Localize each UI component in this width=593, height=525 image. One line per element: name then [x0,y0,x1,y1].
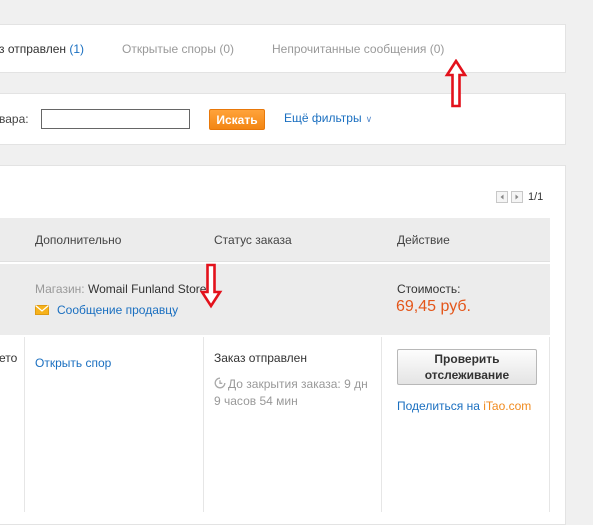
tab-unread-messages-count: (0) [429,42,445,56]
envelope-icon [35,305,49,315]
orders-panel: 1/1 Дополнительно Статус заказа Действие… [0,165,566,525]
more-filters-label: Ещё фильтры [284,111,362,125]
share-prefix: Поделиться на [397,399,480,413]
clock-icon [214,377,226,389]
countdown-text: До закрытия заказа: 9 дн 9 часов 54 мин [214,377,368,408]
column-header-action: Действие [397,233,450,247]
annotation-arrow-down-icon [199,263,223,309]
page-indicator: 1/1 [528,191,544,203]
search-button[interactable]: Искать [209,109,265,130]
next-page-icon[interactable] [511,191,523,203]
column-divider [381,337,382,512]
order-tabs-panel: з отправлен (1) Открытые споры (0) Непро… [0,24,566,73]
cost-label: Стоимость: [397,282,461,296]
share-itao-link[interactable]: Поделиться на iTao.com [397,399,531,413]
column-divider [203,337,204,512]
tab-shipped[interactable]: з отправлен (1) [0,42,84,56]
check-tracking-button[interactable]: Проверить отслеживание [397,349,537,385]
order-close-countdown: До закрытия заказа: 9 дн 9 часов 54 мин [214,376,376,410]
search-panel: вара: Искать Ещё фильтры ∨ [0,93,566,145]
order-status: Заказ отправлен [214,351,307,365]
store-info: Магазин: Womail Funland Store [35,282,206,296]
column-header-order-status: Статус заказа [214,233,292,247]
tab-shipped-count: (1) [69,42,85,56]
chevron-down-icon: ∨ [365,114,373,124]
pagination: 1/1 [496,191,543,203]
column-header-additional: Дополнительно [35,233,122,247]
store-row: Магазин: Womail Funland Store Сообщение … [0,264,550,335]
tab-unread-messages[interactable]: Непрочитанные сообщения (0) [272,42,444,56]
tab-open-disputes[interactable]: Открытые споры (0) [122,42,234,56]
product-search-input[interactable] [41,109,190,129]
tab-open-disputes-label: Открытые споры [122,42,216,56]
tab-open-disputes-count: (0) [219,42,234,56]
order-price: 69,45 руб. [396,298,471,315]
table-header: Дополнительно Статус заказа Действие [0,218,550,262]
itao-brand: iTao.com [483,399,532,413]
annotation-arrow-up-icon [444,59,468,108]
message-seller-label: Сообщение продавцу [57,303,179,317]
column-divider [549,337,550,512]
order-row: ето Открыть спор Заказ отправлен До закр… [0,337,550,512]
more-filters-link[interactable]: Ещё фильтры ∨ [284,111,372,125]
tab-unread-messages-label: Непрочитанные сообщения [272,42,427,56]
prev-page-icon[interactable] [496,191,508,203]
column-divider [24,337,25,512]
tab-shipped-label: з отправлен [0,42,66,56]
product-info-text: ето [0,351,18,365]
open-dispute-link[interactable]: Открыть спор [35,356,111,370]
store-label: Магазин: [35,282,85,296]
store-name[interactable]: Womail Funland Store [88,282,207,296]
message-seller-link[interactable]: Сообщение продавцу [35,303,178,317]
product-search-label: вара: [0,112,29,126]
